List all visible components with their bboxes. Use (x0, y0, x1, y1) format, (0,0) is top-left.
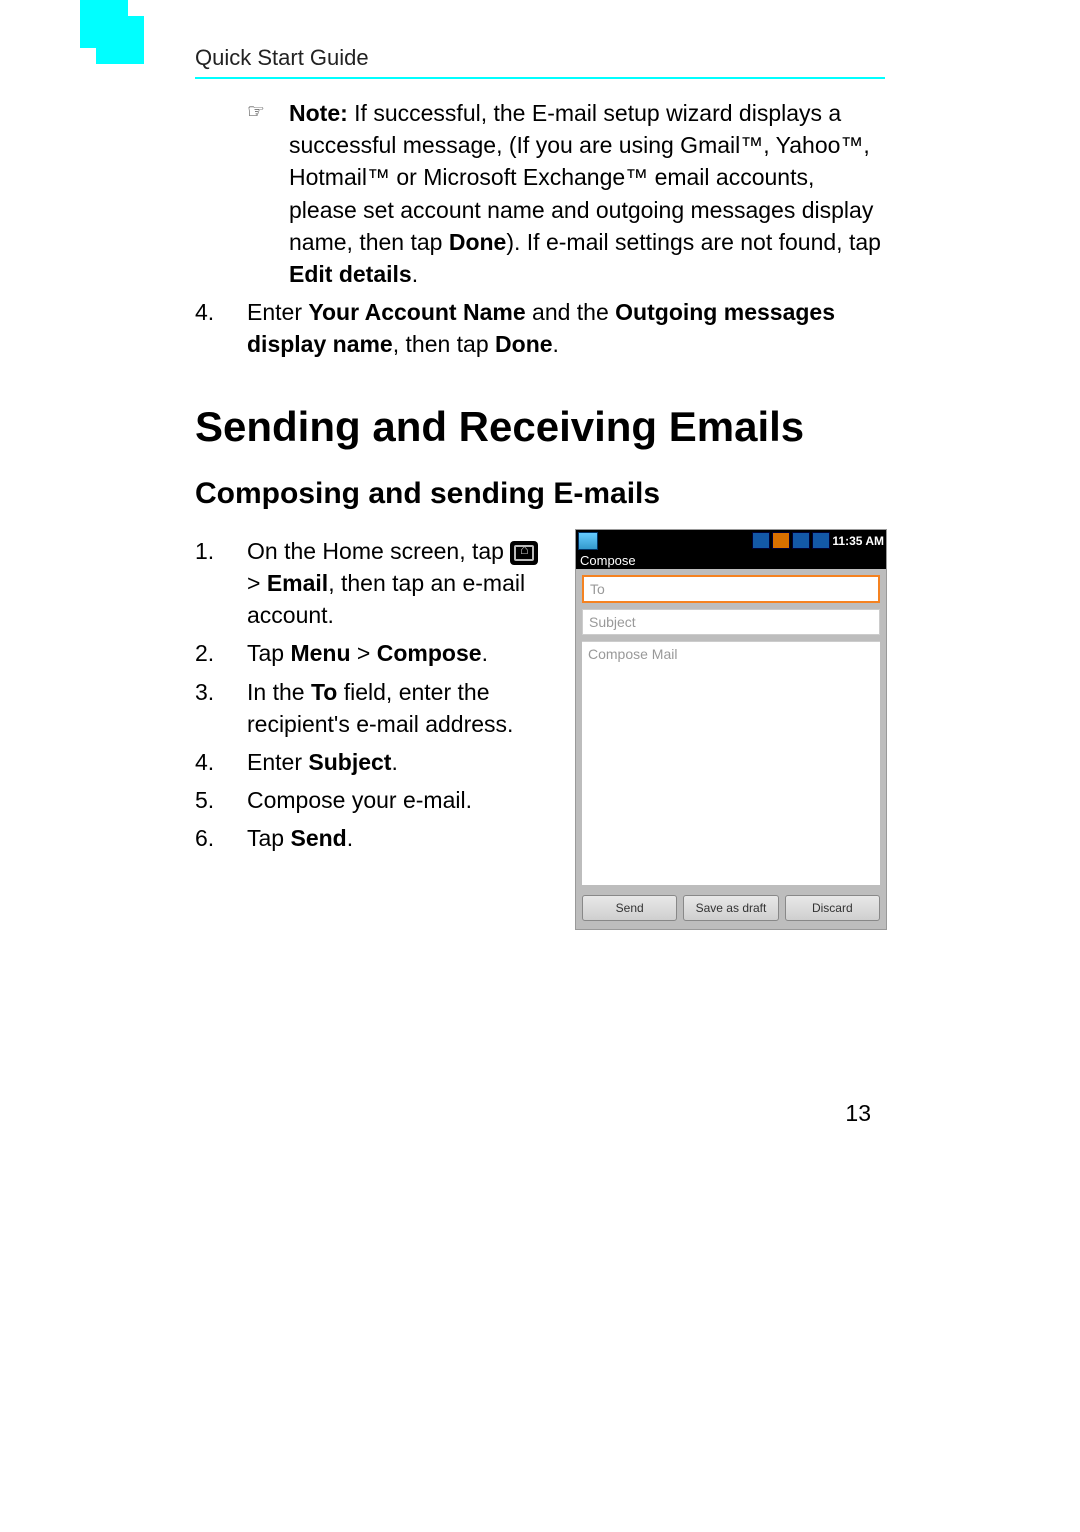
note-part2: ). If e-mail settings are not found, tap (506, 229, 881, 255)
step-3: 3. In the To field, enter the recipient'… (195, 676, 553, 740)
txt-bold: Email (267, 570, 328, 596)
note-text: Note: If successful, the E-mail setup wi… (289, 97, 885, 290)
txt: . (391, 749, 397, 775)
page-number: 13 (181, 1100, 871, 1127)
step-number: 6. (195, 822, 247, 854)
subsection-title: Composing and sending E-mails (195, 477, 885, 511)
top-step-4: 4. Enter Your Account Name and the Outgo… (195, 296, 885, 360)
header-title: Quick Start Guide (195, 45, 885, 71)
txt: . (553, 331, 559, 357)
step-number: 2. (195, 637, 247, 669)
txt-bold: Your Account Name (308, 299, 525, 325)
page-content: Quick Start Guide ☞ Note: If successful,… (195, 45, 885, 1127)
txt: > (247, 570, 267, 596)
txt: . (347, 825, 353, 851)
signal-icon (792, 532, 810, 549)
note-label: Note: (289, 100, 348, 126)
txt-bold: Done (495, 331, 553, 357)
step-body: Compose your e-mail. (247, 784, 553, 816)
txt: and the (526, 299, 616, 325)
note-icon: ☞ (247, 97, 289, 290)
step-5: 5. Compose your e-mail. (195, 784, 553, 816)
step-body: Enter Subject. (247, 746, 553, 778)
sync-icon (812, 532, 830, 549)
txt: , then tap (393, 331, 495, 357)
txt-bold: Send (290, 825, 346, 851)
txt: Tap (247, 825, 290, 851)
txt: Compose your e-mail. (247, 787, 472, 813)
txt-bold: Subject (308, 749, 391, 775)
step-body: On the Home screen, tap > Email, then ta… (247, 535, 553, 632)
phone-screenshot: 11:35 AM Compose To Subject Compose Mail… (575, 529, 887, 930)
txt: Tap (247, 640, 290, 666)
send-button[interactable]: Send (582, 895, 677, 921)
step-4: 4. Enter Subject. (195, 746, 553, 778)
save-draft-button[interactable]: Save as draft (683, 895, 778, 921)
step-6: 6. Tap Send. (195, 822, 553, 854)
txt: On the Home screen, tap (247, 538, 510, 564)
status-bar: 11:35 AM (576, 530, 886, 552)
step-body: Enter Your Account Name and the Outgoing… (247, 296, 885, 360)
compose-body[interactable]: Compose Mail (582, 641, 880, 885)
note-bold1: Done (449, 229, 507, 255)
txt: . (482, 640, 488, 666)
txt-bold: To (311, 679, 337, 705)
txt: Enter (247, 299, 308, 325)
step-body: Tap Menu > Compose. (247, 637, 553, 669)
step-body: In the To field, enter the recipient's e… (247, 676, 553, 740)
step-number: 1. (195, 535, 247, 632)
subject-field[interactable]: Subject (582, 609, 880, 635)
section-title: Sending and Receiving Emails (195, 403, 885, 451)
compose-title: Compose (576, 552, 886, 569)
step-2: 2. Tap Menu > Compose. (195, 637, 553, 669)
step-body: Tap Send. (247, 822, 553, 854)
step-number: 4. (195, 746, 247, 778)
note-block: ☞ Note: If successful, the E-mail setup … (247, 97, 885, 290)
button-bar: Send Save as draft Discard (576, 885, 886, 929)
step-number: 4. (195, 296, 247, 360)
status-time: 11:35 AM (832, 534, 884, 548)
txt-bold: Menu (290, 640, 350, 666)
txt-bold: Compose (377, 640, 482, 666)
txt: > (351, 640, 377, 666)
header-rule (195, 77, 885, 79)
status-right: 11:35 AM (752, 532, 884, 549)
to-field[interactable]: To (582, 575, 880, 603)
wifi-icon (772, 532, 790, 549)
apps-launcher-icon (510, 541, 538, 565)
accent-tab-overlay (96, 16, 144, 64)
bluetooth-icon (752, 532, 770, 549)
status-app-icon (578, 532, 598, 550)
step-number: 5. (195, 784, 247, 816)
note-part3: . (412, 261, 418, 287)
step-1: 1. On the Home screen, tap > Email, then… (195, 535, 553, 632)
screenshot-column: 11:35 AM Compose To Subject Compose Mail… (575, 529, 885, 930)
discard-button[interactable]: Discard (785, 895, 880, 921)
txt: In the (247, 679, 311, 705)
steps-column: 1. On the Home screen, tap > Email, then… (195, 529, 553, 930)
step-number: 3. (195, 676, 247, 740)
note-bold2: Edit details (289, 261, 412, 287)
txt: Enter (247, 749, 308, 775)
